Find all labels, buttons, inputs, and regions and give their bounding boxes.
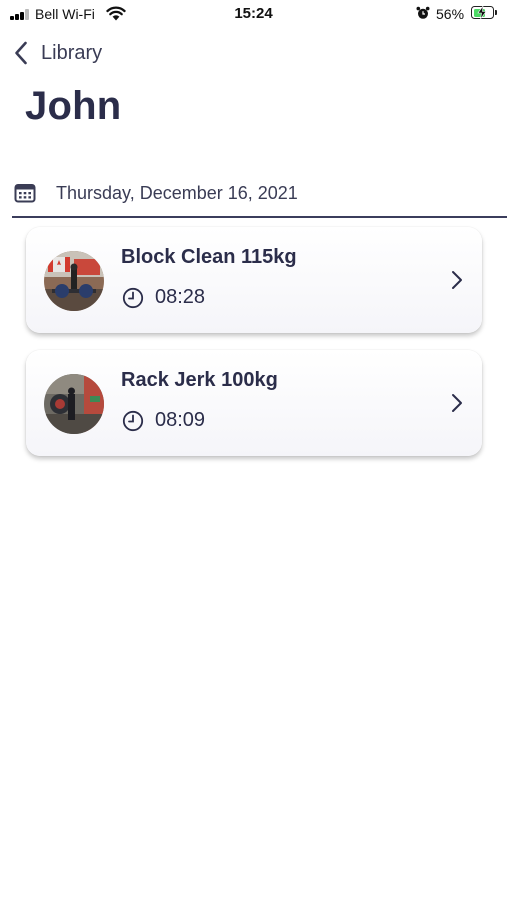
session-thumbnail bbox=[44, 251, 104, 311]
chevron-right-icon bbox=[452, 271, 462, 289]
session-time: 08:28 bbox=[155, 286, 206, 308]
back-button[interactable]: Library bbox=[14, 38, 102, 68]
session-card[interactable]: Rack Jerk 100kg 08:09 bbox=[26, 350, 482, 456]
status-time: 15:24 bbox=[234, 5, 273, 22]
battery-charging-icon bbox=[471, 6, 494, 19]
chevron-right-icon bbox=[452, 394, 462, 412]
date-divider bbox=[12, 216, 507, 218]
date-header: Thursday, December 16, 2021 bbox=[14, 176, 298, 210]
chevron-left-icon bbox=[15, 41, 27, 65]
clock-icon bbox=[122, 287, 144, 309]
battery-percent: 56% bbox=[436, 6, 465, 22]
clock-icon bbox=[122, 410, 144, 432]
date-label: Thursday, December 16, 2021 bbox=[56, 182, 298, 203]
battery-cap bbox=[495, 10, 497, 15]
back-label: Library bbox=[41, 41, 103, 64]
alarm-icon bbox=[416, 6, 430, 19]
session-title: Rack Jerk 100kg bbox=[121, 369, 278, 391]
calendar-icon bbox=[14, 184, 36, 203]
session-thumbnail bbox=[44, 374, 104, 434]
session-card[interactable]: Block Clean 115kg 08:28 bbox=[26, 227, 482, 333]
page-title: John bbox=[25, 84, 122, 128]
session-title: Block Clean 115kg bbox=[121, 246, 297, 268]
status-bar: Bell Wi-Fi 15:24 56% bbox=[0, 0, 507, 28]
session-time: 08:09 bbox=[155, 409, 206, 431]
